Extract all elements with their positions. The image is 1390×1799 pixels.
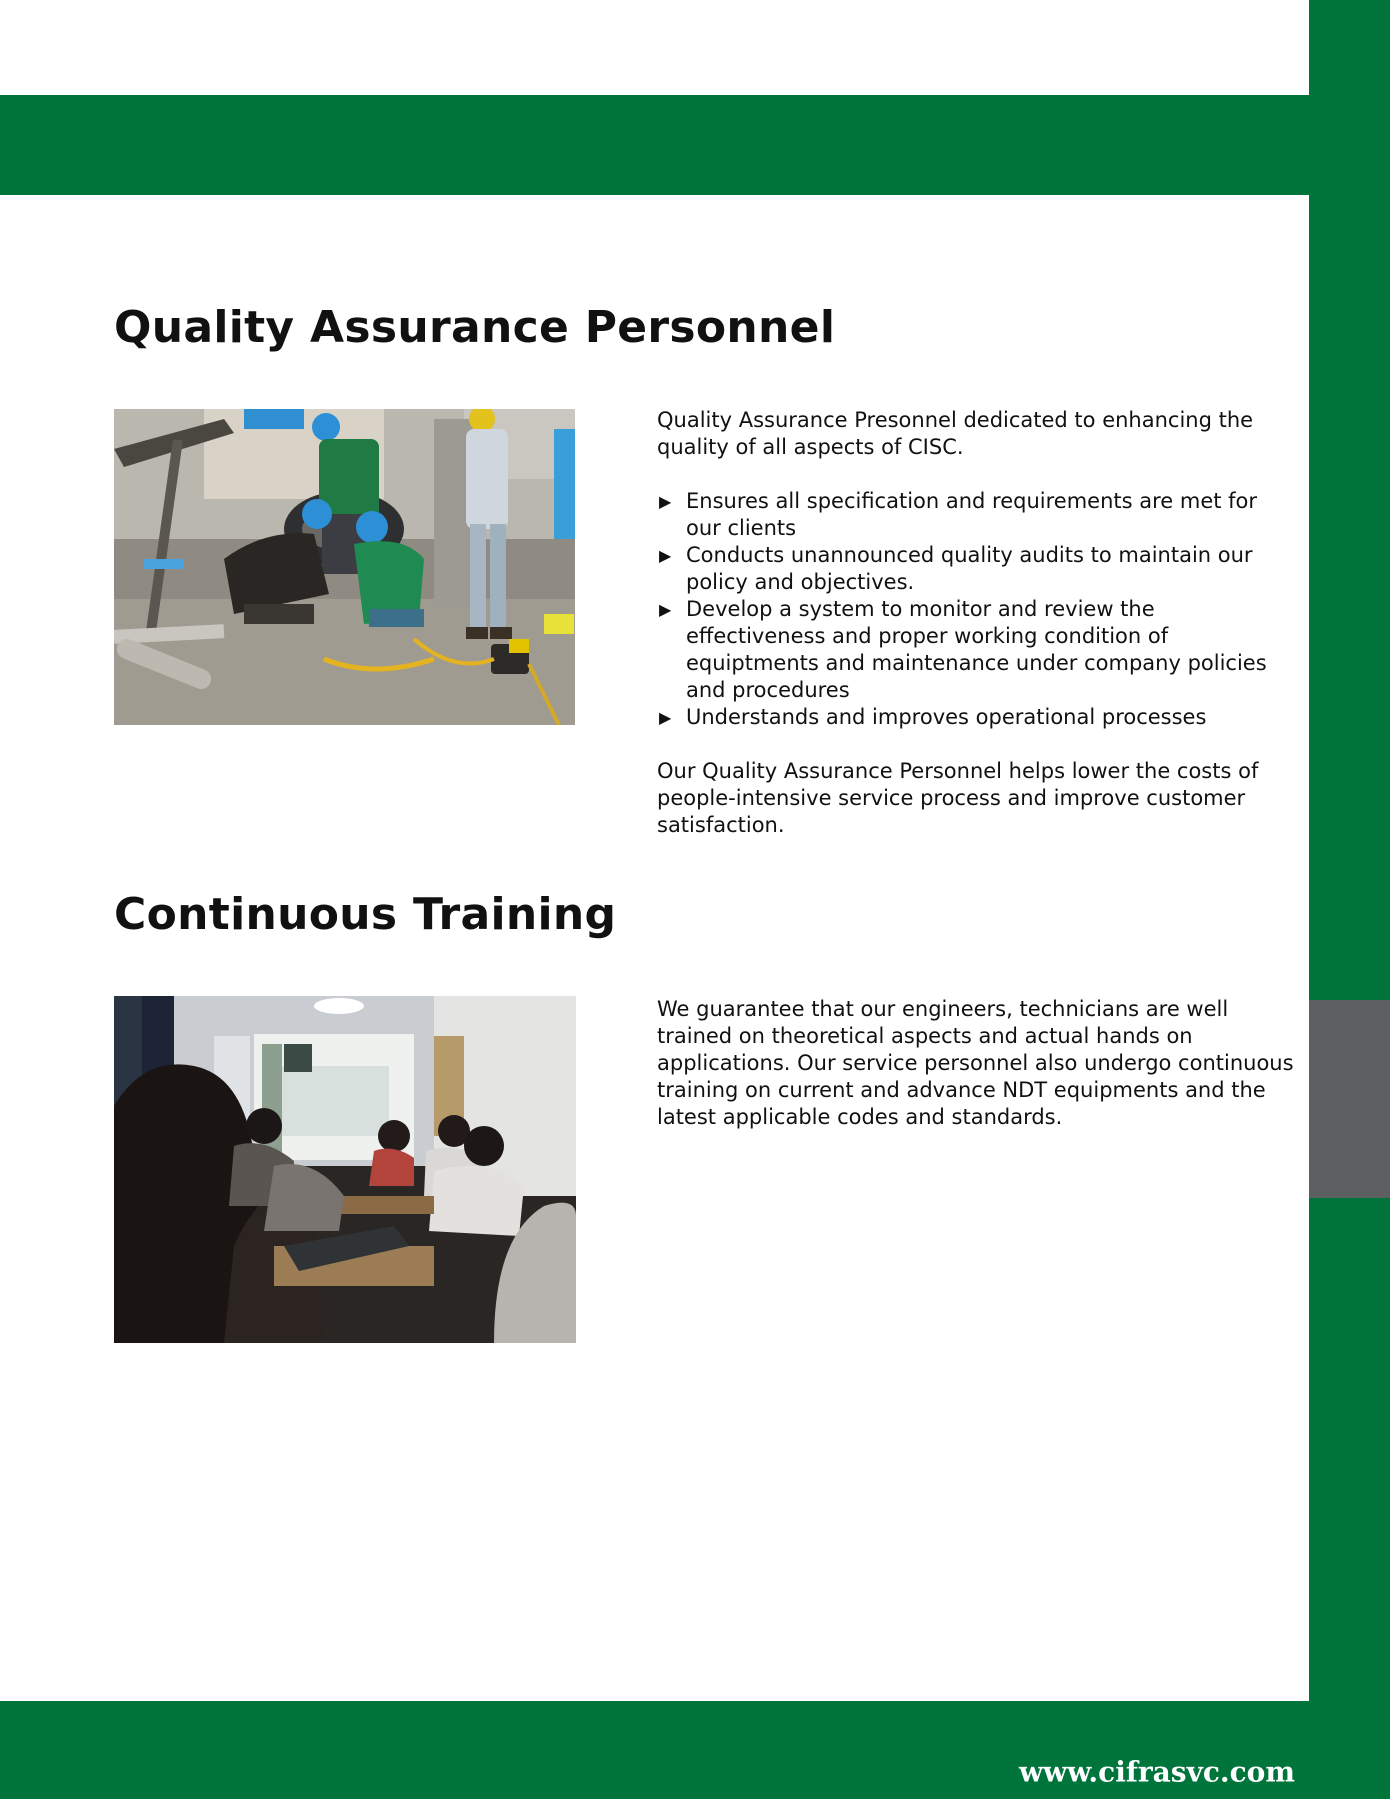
quality-assurance-bullet-list: ▶ Ensures all specification and requireme… [657, 488, 1297, 731]
quality-assurance-text: Quality Assurance Presonnel dedicated to… [657, 407, 1297, 839]
continuous-training-body: We guarantee that our engineers, technic… [657, 997, 1294, 1129]
bullet-triangle-icon: ▶ [659, 708, 672, 727]
bullet-triangle-icon: ▶ [659, 492, 672, 511]
continuous-training-photo [114, 996, 576, 1343]
list-item: ▶ Ensures all specification and requireme… [659, 489, 1258, 540]
quality-assurance-closing: Our Quality Assurance Personnel helps lo… [657, 759, 1259, 837]
bullet-triangle-icon: ▶ [659, 546, 672, 565]
quality-assurance-heading: Quality Assurance Personnel [114, 302, 836, 353]
list-item: ▶ Develop a system to monitor and review … [659, 597, 1267, 702]
continuous-training-text: We guarantee that our engineers, technic… [657, 996, 1297, 1131]
quality-assurance-photo [114, 409, 575, 725]
bullet-triangle-icon: ▶ [659, 600, 672, 619]
right-side-tab [1309, 1000, 1390, 1198]
header-band [0, 95, 1309, 195]
list-item: ▶ Conducts unannounced quality audits to … [659, 543, 1253, 594]
footer-website-url[interactable]: www.cifrasvc.com [1019, 1756, 1295, 1789]
continuous-training-heading: Continuous Training [114, 889, 617, 940]
right-side-bar [1309, 0, 1390, 1799]
list-item: ▶ Understands and improves operational pr… [659, 705, 1207, 729]
quality-assurance-intro: Quality Assurance Presonnel dedicated to… [657, 408, 1254, 459]
